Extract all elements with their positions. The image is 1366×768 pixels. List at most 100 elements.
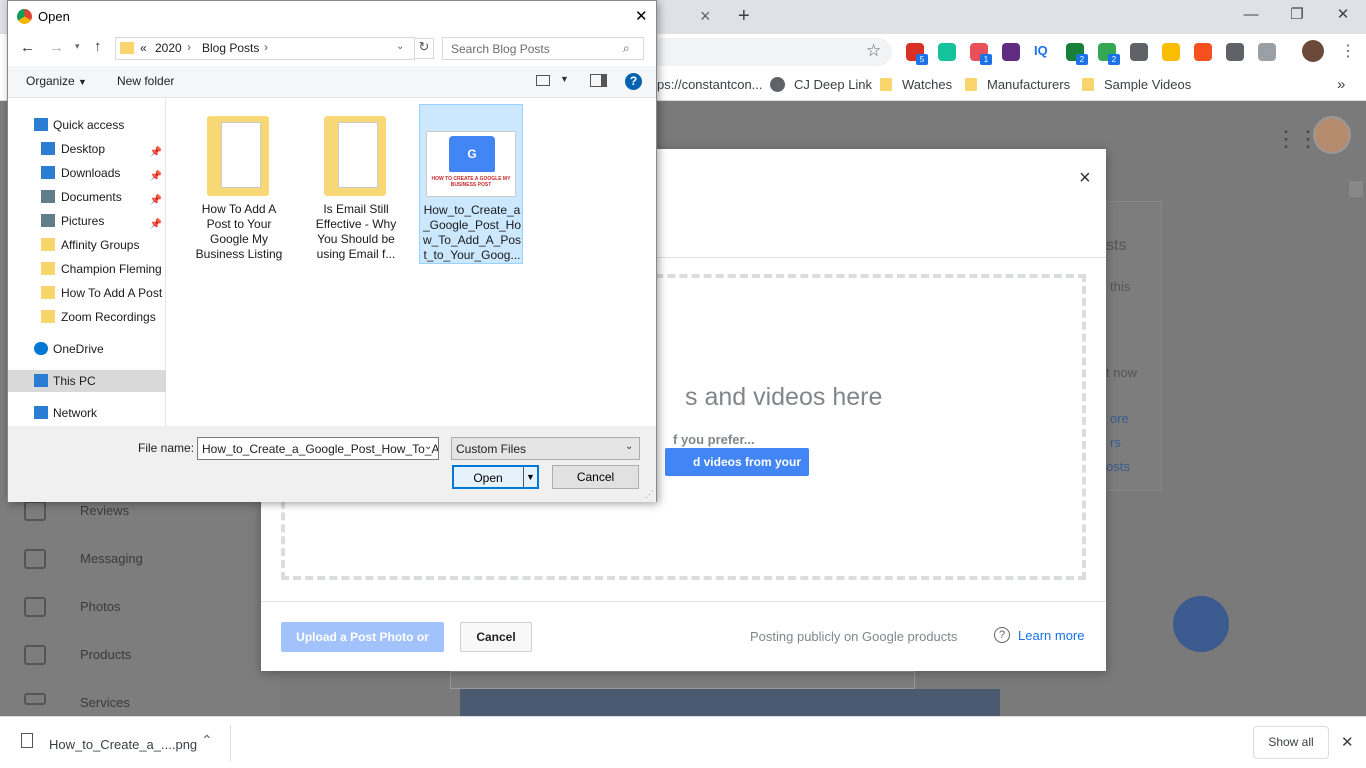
address-bar[interactable]: ☆ [655, 38, 892, 66]
ext-circle-icon[interactable] [1002, 43, 1020, 61]
window-close-button[interactable]: ✕ [1333, 6, 1353, 24]
chevron-up-icon[interactable]: ⌃ [201, 732, 213, 749]
chevron-down-icon[interactable]: ⌄ [424, 441, 432, 452]
back-arrow-icon[interactable]: ← [20, 39, 35, 56]
ext-green-icon[interactable]: 2 [1066, 43, 1088, 65]
address-breadcrumb[interactable]: « 2020 › Blog Posts › ⌄ [115, 37, 415, 60]
tree-item-pictures[interactable]: Pictures 📌 [8, 210, 166, 232]
view-options-icon[interactable] [536, 75, 550, 86]
modal-close-icon[interactable]: × [1079, 167, 1091, 190]
ext-green2-icon[interactable]: 2 [1098, 43, 1120, 65]
chevron-down-icon: ▼ [78, 77, 87, 87]
dialog-cancel-button[interactable]: Cancel [552, 465, 639, 489]
refresh-icon[interactable]: ↻ [414, 38, 434, 59]
breadcrumb-overflow[interactable]: « [140, 41, 147, 55]
tree-item-documents[interactable]: Documents 📌 [8, 186, 166, 208]
chevron-right-icon: › [187, 40, 191, 54]
ext-red-icon[interactable]: 5 [906, 43, 928, 65]
ext-orange-icon[interactable] [1194, 43, 1212, 61]
dialog-command-bar: Organize ▼ New folder ▼ ? [8, 66, 656, 98]
iq-icon[interactable]: IQ [1034, 43, 1052, 61]
folder-icon [41, 286, 55, 299]
minimize-button[interactable]: — [1241, 6, 1261, 24]
tree-item-onedrive[interactable]: OneDrive [8, 338, 166, 360]
recent-dropdown-icon[interactable]: ▾ [75, 41, 80, 52]
prefer-text: f you prefer... [673, 432, 755, 447]
chrome-ext-icon[interactable] [1162, 43, 1180, 61]
select-from-computer-button[interactable]: d videos from your computer [665, 448, 809, 497]
ext-share-icon[interactable]: 1 [970, 43, 992, 65]
tree-item-label: Documents [61, 190, 122, 204]
folder-icon [880, 78, 892, 91]
tree-item-label: Pictures [61, 214, 105, 228]
tree-item-zoom-recordings[interactable]: Zoom Recordings [8, 306, 166, 328]
tree-item-this-pc[interactable]: This PC [8, 370, 166, 392]
ext-pin-icon[interactable] [1130, 43, 1148, 61]
tree-item-label: OneDrive [53, 342, 104, 356]
tree-item-desktop[interactable]: Desktop 📌 [8, 138, 166, 160]
profile-avatar[interactable] [1302, 40, 1324, 62]
bookmark-sample-videos[interactable]: Sample Videos [1104, 76, 1191, 94]
download-file-name[interactable]: How_to_Create_a_....png [49, 737, 197, 752]
breadcrumb-blog-posts[interactable]: Blog Posts [202, 41, 259, 55]
menu-icon[interactable]: ⋮ [1340, 41, 1356, 61]
breadcrumb-2020[interactable]: 2020 [155, 41, 182, 55]
tree-item-label: Network [53, 406, 98, 420]
drop-message: s and videos here [685, 383, 883, 411]
upload-post-photo-button[interactable]: Upload a Post Photo or Video [281, 622, 444, 674]
file-name-value: How_to_Create_a_Google_Post_How_To_A [202, 442, 439, 456]
new-tab-button[interactable]: + [738, 5, 750, 28]
more-bookmarks-button[interactable]: » [1337, 76, 1345, 94]
tree-item-quick-access[interactable]: Quick access [8, 114, 166, 136]
help-icon[interactable]: ? [625, 73, 642, 90]
file-name-label: Is Email Still Effective - Why You Shoul… [315, 202, 397, 261]
download-bar-close-button[interactable]: ✕ [1341, 733, 1354, 751]
organize-button[interactable]: Organize ▼ [26, 74, 87, 88]
ext-grey-icon[interactable] [1226, 43, 1244, 61]
open-button-label: Open [473, 471, 503, 485]
dialog-close-button[interactable]: ✕ [635, 7, 648, 25]
resize-grip-icon[interactable]: ⋰ [645, 489, 654, 500]
extension-badge: 2 [1108, 54, 1120, 65]
chevron-down-icon[interactable]: ⌄ [396, 41, 404, 52]
restore-button[interactable]: ❐ [1287, 6, 1307, 24]
shield-icon[interactable] [1258, 43, 1276, 61]
tree-item-downloads[interactable]: Downloads 📌 [8, 162, 166, 184]
search-field[interactable]: Search Blog Posts ⌕ [442, 37, 644, 60]
modal-cancel-button[interactable]: Cancel [460, 622, 532, 652]
file-item[interactable]: Is Email Still Effective - Why You Shoul… [304, 104, 408, 264]
extension-badge: 1 [980, 54, 992, 65]
file-item[interactable]: G HOW TO CREATE A GOOGLE MY BUSINESS POST… [419, 104, 523, 264]
file-type-select[interactable]: Custom Files ⌄ [451, 437, 640, 460]
chevron-down-icon[interactable]: ▼ [560, 74, 569, 84]
up-arrow-icon[interactable]: ↑ [94, 38, 102, 55]
bookmark-watches[interactable]: Watches [902, 76, 952, 94]
open-button[interactable]: Open ▼ [452, 465, 539, 489]
folder-icon [1082, 78, 1094, 91]
pictures-icon [41, 214, 55, 227]
extension-badge: 5 [916, 54, 928, 65]
tree-item-how-to-add-a-post[interactable]: How To Add A Post [8, 282, 166, 304]
tab-close-icon[interactable]: × [700, 6, 711, 27]
new-folder-button[interactable]: New folder [117, 74, 174, 88]
tree-item-network[interactable]: Network [8, 402, 166, 424]
open-dropdown-icon[interactable]: ▼ [523, 467, 537, 487]
forward-arrow-icon[interactable]: → [49, 39, 64, 56]
scrollbar-thumb[interactable] [1349, 181, 1363, 197]
tree-item-champion-fleming[interactable]: Champion Fleming [8, 258, 166, 280]
preview-pane-icon[interactable] [590, 74, 607, 87]
star-icon[interactable]: ☆ [866, 41, 881, 61]
folder-preview [338, 122, 378, 188]
bookmark-constantcontact[interactable]: ps://constantcon... [657, 76, 763, 94]
tree-item-affinity-groups[interactable]: Affinity Groups [8, 234, 166, 256]
file-item[interactable]: How To Add A Post to Your Google My Busi… [187, 104, 291, 264]
file-name-input[interactable]: How_to_Create_a_Google_Post_How_To_A ⌄ [197, 437, 439, 460]
nav-photos: Photos [80, 599, 121, 614]
show-all-button[interactable]: Show all [1253, 726, 1329, 759]
bookmark-manufacturers[interactable]: Manufacturers [987, 76, 1070, 94]
download-icon [41, 166, 55, 179]
grammarly-icon[interactable] [938, 43, 956, 61]
card-text: sts [1106, 237, 1127, 254]
learn-more-link[interactable]: Learn more [1018, 628, 1084, 643]
bookmark-cj-deep-link[interactable]: CJ Deep Link [794, 76, 872, 94]
